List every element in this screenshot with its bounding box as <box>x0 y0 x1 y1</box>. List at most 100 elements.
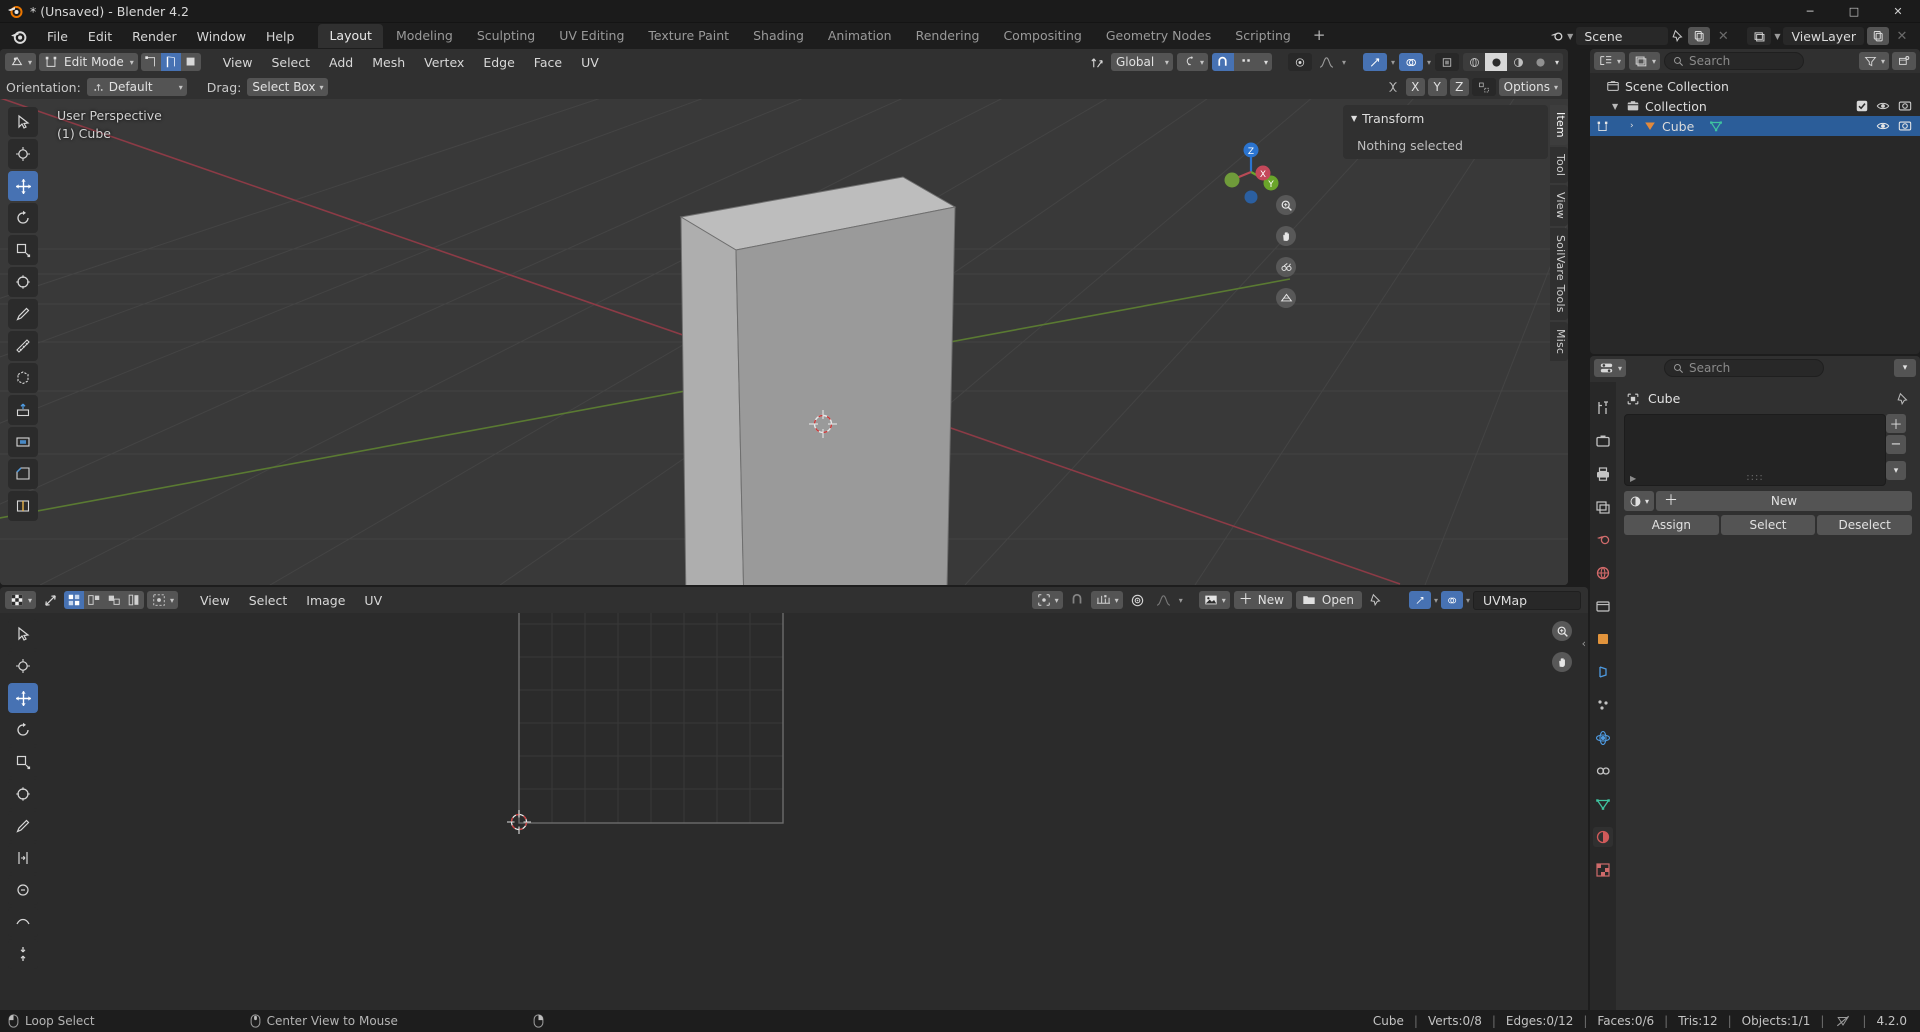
measure-tool-button[interactable] <box>8 331 38 361</box>
transform-orientation-selector[interactable]: Global ▾ <box>1110 53 1173 71</box>
viewport-menu-vertex[interactable]: Vertex <box>416 53 472 72</box>
add-workspace-button[interactable]: + <box>1304 25 1335 48</box>
inset-faces-tool-button[interactable] <box>8 427 38 457</box>
blender-menu-icon[interactable] <box>10 28 27 45</box>
sidebar-tab-tool[interactable]: Tool <box>1550 146 1568 184</box>
snap-caret[interactable]: ▾ <box>1259 53 1272 71</box>
tab-geometry-nodes[interactable]: Geometry Nodes <box>1095 24 1222 48</box>
viewport-menu-uv[interactable]: UV <box>573 53 607 72</box>
viewport-menu-add[interactable]: Add <box>321 53 361 72</box>
rotate-tool-button[interactable] <box>8 203 38 233</box>
material-list-resize-grip[interactable]: :::: <box>1625 472 1885 483</box>
deselect-material-button[interactable]: Deselect <box>1817 515 1913 535</box>
uv-pin-icon[interactable] <box>1366 593 1386 607</box>
tab-animation[interactable]: Animation <box>817 24 903 48</box>
tab-shading[interactable]: Shading <box>742 24 815 48</box>
scene-properties-tab[interactable] <box>1593 530 1613 550</box>
tab-modeling[interactable]: Modeling <box>385 24 464 48</box>
uv-grab-tool-button[interactable] <box>8 875 38 905</box>
uv-rotate-tool-button[interactable] <box>8 715 38 745</box>
world-properties-tab[interactable] <box>1593 563 1613 583</box>
uv-editor-canvas[interactable]: ‹ <box>0 613 1588 1019</box>
tool-properties-tab[interactable] <box>1593 398 1613 418</box>
camera-icon[interactable] <box>1898 119 1912 133</box>
viewlayer-dropdown-caret[interactable]: ▼ <box>1774 32 1780 41</box>
material-slot-specials-button[interactable]: ▾ <box>1886 461 1906 480</box>
outliner-row-cube[interactable]: › Cube <box>1590 116 1920 136</box>
extrude-region-tool-button[interactable] <box>8 395 38 425</box>
cursor-tool-button[interactable] <box>8 139 38 169</box>
zoom-view-button[interactable] <box>1276 195 1296 215</box>
output-properties-tab[interactable] <box>1593 464 1613 484</box>
uv-sync-selection-toggle[interactable] <box>39 593 61 608</box>
transform-tool-button[interactable] <box>8 267 38 297</box>
uv-snap-magnet-toggle[interactable] <box>1067 593 1087 607</box>
uv-editor-type-selector[interactable]: ▾ <box>5 591 37 609</box>
wireframe-shading-button[interactable] <box>1463 53 1485 71</box>
uv-gizmo-caret[interactable]: ▾ <box>1434 596 1438 605</box>
uv-image-browse-selector[interactable]: ▾ <box>1198 591 1230 609</box>
xray-toggle[interactable] <box>1435 53 1459 71</box>
uv-relax-tool-button[interactable] <box>8 907 38 937</box>
overlays-caret[interactable]: ▾ <box>1427 58 1431 67</box>
eye-icon[interactable] <box>1876 119 1890 133</box>
vertex-select-mode-button[interactable] <box>140 53 161 71</box>
uv-menu-image[interactable]: Image <box>298 591 353 610</box>
proportional-falloff-selector[interactable] <box>1316 56 1338 69</box>
sidebar-tab-view[interactable]: View <box>1550 185 1568 226</box>
uv-annotate-tool-button[interactable] <box>8 811 38 841</box>
uv-sidebar-expand-arrow[interactable]: ‹ <box>1582 637 1586 650</box>
menu-help[interactable]: Help <box>256 26 305 47</box>
uv-edge-select-button[interactable] <box>84 591 105 609</box>
uv-pivot-point-selector[interactable]: ▾ <box>1031 591 1063 609</box>
tab-compositing[interactable]: Compositing <box>992 24 1092 48</box>
browse-material-button[interactable]: ▾ <box>1624 491 1654 511</box>
uv-vertex-select-button[interactable] <box>64 591 85 609</box>
assign-material-button[interactable]: Assign <box>1624 515 1719 535</box>
remove-viewlayer-button[interactable]: ✕ <box>1892 29 1912 44</box>
uv-cursor-tool-button[interactable] <box>8 651 38 681</box>
new-material-button[interactable]: ＋ New <box>1656 491 1912 511</box>
proportional-editing-icon[interactable] <box>1383 80 1403 94</box>
uv-scale-tool-button[interactable] <box>8 747 38 777</box>
sidebar-tab-item[interactable]: Item <box>1550 105 1568 145</box>
uv-transform-tool-button[interactable] <box>8 779 38 809</box>
eye-icon[interactable] <box>1876 99 1890 113</box>
material-slot-list[interactable]: ▶ :::: <box>1624 414 1886 486</box>
gizmo-caret[interactable]: ▾ <box>1391 58 1395 67</box>
expand-cube-icon[interactable]: › <box>1630 121 1638 131</box>
menu-edit[interactable]: Edit <box>78 26 122 47</box>
loop-cut-tool-button[interactable] <box>8 491 38 521</box>
tab-layout[interactable]: Layout <box>318 24 383 48</box>
unlink-scene-button[interactable]: ✕ <box>1713 29 1733 44</box>
new-viewlayer-button[interactable] <box>1867 27 1889 45</box>
new-scene-button[interactable] <box>1688 27 1711 45</box>
toggle-camera-view-button[interactable] <box>1276 257 1296 277</box>
menu-window[interactable]: Window <box>187 26 256 47</box>
object-data-properties-tab[interactable] <box>1593 794 1613 814</box>
outliner-row-collection[interactable]: ▼ Collection <box>1590 96 1920 116</box>
uv-rip-region-tool-button[interactable] <box>8 843 38 873</box>
edge-select-mode-button[interactable] <box>160 53 181 71</box>
uv-proportional-editing-toggle[interactable]: ▾ <box>1090 591 1123 609</box>
camera-icon[interactable] <box>1898 99 1912 113</box>
toggle-orthographic-button[interactable] <box>1276 288 1296 308</box>
tab-scripting[interactable]: Scripting <box>1224 24 1302 48</box>
properties-options-button[interactable]: ▾ <box>1893 359 1916 377</box>
minimize-button[interactable]: ─ <box>1788 0 1832 23</box>
modifier-properties-tab[interactable] <box>1593 662 1613 682</box>
outliner-row-scene-collection[interactable]: Scene Collection <box>1590 76 1920 96</box>
constraint-properties-tab[interactable] <box>1593 761 1613 781</box>
snap-magnet-toggle[interactable] <box>1211 53 1234 71</box>
shading-caret[interactable]: ▾ <box>1551 53 1563 71</box>
viewport-3d-canvas[interactable]: User Perspective (1) Cube Z Y X ▼ Transf… <box>0 99 1568 585</box>
tab-texture-paint[interactable]: Texture Paint <box>637 24 740 48</box>
viewport-menu-edge[interactable]: Edge <box>475 53 522 72</box>
mirror-options-button[interactable] <box>1471 78 1496 96</box>
maximize-button[interactable]: □ <box>1832 0 1876 23</box>
transform-panel-header[interactable]: ▼ Transform <box>1351 111 1540 126</box>
scene-name-field[interactable]: Scene <box>1576 27 1669 45</box>
falloff-caret[interactable]: ▾ <box>1342 58 1346 67</box>
view-layer-properties-tab[interactable] <box>1593 497 1613 517</box>
proportional-editing-toggle[interactable] <box>1287 53 1312 71</box>
